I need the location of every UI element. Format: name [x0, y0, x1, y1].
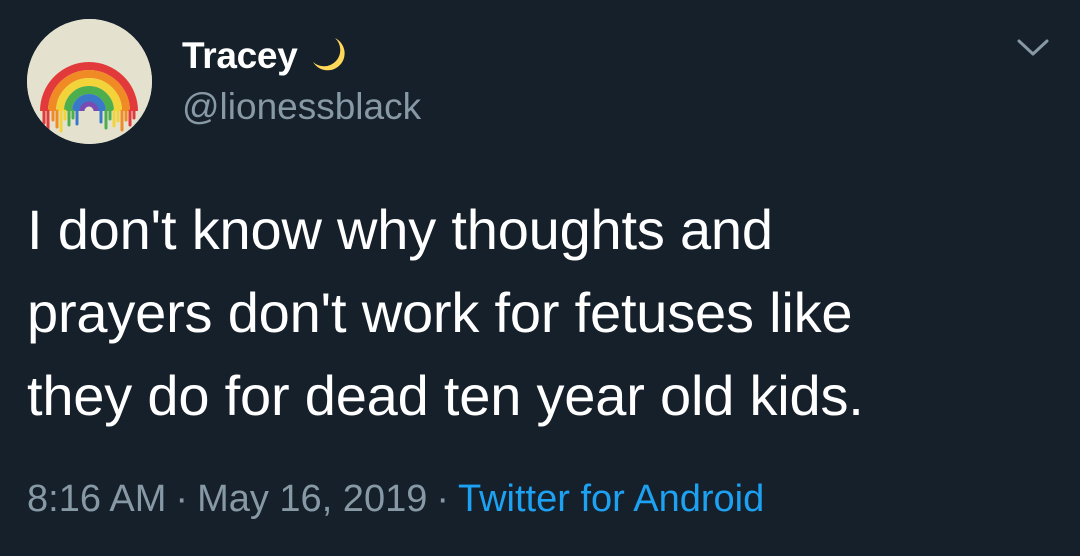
meta-separator: · [436, 478, 449, 520]
rainbow-avatar-icon [27, 19, 152, 144]
chevron-down-icon[interactable] [1013, 34, 1053, 60]
meta-separator: · [175, 478, 189, 520]
tweet-meta: 8:16 AM · May 16, 2019 · Twitter for Android [27, 474, 764, 524]
user-handle[interactable]: @lionessblack [182, 86, 421, 128]
tweet-source-link[interactable]: Twitter for Android [458, 478, 764, 520]
tweet-time[interactable]: 8:16 AM [27, 478, 166, 520]
tweet-text: I don't know why thoughts and prayers do… [27, 198, 864, 427]
avatar[interactable] [27, 19, 152, 144]
display-name[interactable]: Tracey [182, 37, 298, 74]
crescent-moon-icon [313, 38, 346, 71]
display-name-row[interactable]: Tracey [182, 30, 351, 80]
tweet-card: Tracey @lionessblack I don't know why th… [0, 0, 1080, 556]
tweet-date[interactable]: May 16, 2019 [197, 478, 427, 520]
